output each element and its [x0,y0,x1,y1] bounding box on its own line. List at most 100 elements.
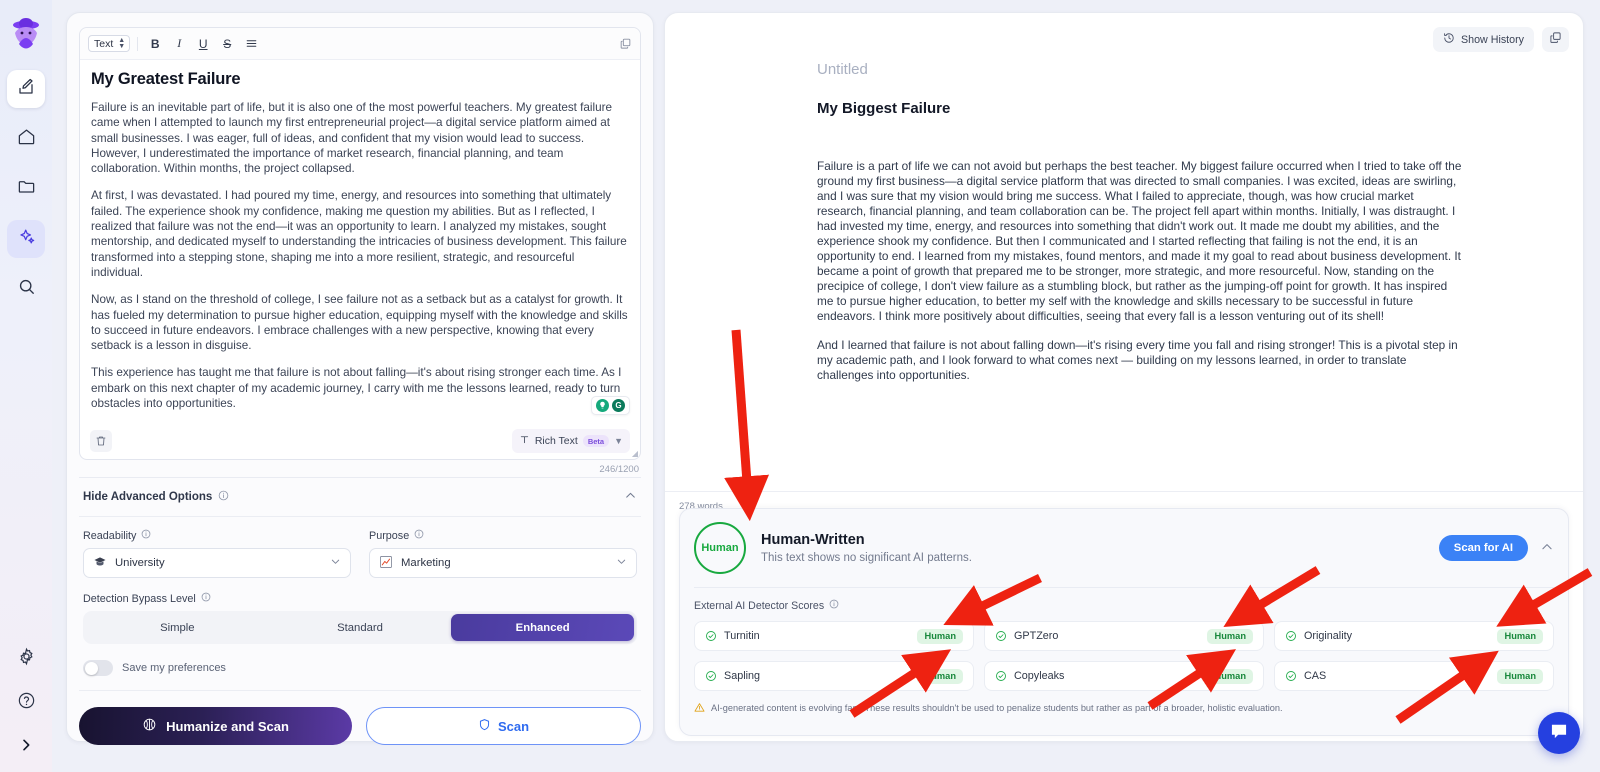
info-icon[interactable] [141,529,151,542]
bypass-option-standard[interactable]: Standard [269,614,452,641]
detector-card-cas[interactable]: CAS Human [1274,661,1554,691]
output-paragraph: Failure is a part of life we can not avo… [817,159,1462,323]
results-title: Human-Written [761,532,865,548]
external-scores-label-wrap: External AI Detector Scores [680,588,1568,612]
detector-card-turnitin[interactable]: Turnitin Human [694,621,974,651]
detector-verdict-badge: Human [1207,628,1253,644]
editor-content[interactable]: My Greatest Failure Failure is an inevit… [80,60,640,423]
lightbulb-icon[interactable] [596,399,609,413]
check-circle-icon [1285,670,1297,682]
detector-grid: Turnitin Human GPTZero Human Originality… [680,612,1568,691]
bullet-list-icon[interactable] [241,34,261,54]
save-preferences-label: Save my preferences [122,662,226,675]
humanize-button-label: Humanize and Scan [166,718,289,734]
check-circle-icon [705,670,717,682]
toggle-knob [84,661,98,675]
app-root: Text ▲ ▼ B I U S My Greatest Failure Fai… [0,0,1600,772]
save-preferences-toggle[interactable] [83,660,113,677]
purpose-select[interactable]: Marketing [369,548,637,579]
bold-button[interactable]: B [145,34,165,54]
text-editor[interactable]: Text ▲ ▼ B I U S My Greatest Failure Fai… [79,27,641,461]
rich-text-selector[interactable]: Rich Text Beta ▼ [511,429,630,454]
info-icon[interactable] [218,488,229,506]
detector-name: CAS [1304,670,1327,682]
detector-card-sapling[interactable]: Sapling Human [694,661,974,691]
detection-results-panel: Human Human-Written This text shows no s… [679,508,1569,736]
detector-card-originality[interactable]: Originality Human [1274,621,1554,651]
detector-verdict-badge: Human [917,628,963,644]
shield-icon [478,718,491,734]
detector-verdict-badge: Human [917,668,963,684]
beta-badge: Beta [582,435,610,448]
detector-card-copyleaks[interactable]: Copyleaks Human [984,661,1264,691]
output-actions: Show History [1433,27,1569,52]
graduation-cap-icon [93,555,107,572]
chart-line-icon [379,555,393,572]
text-format-icon [519,432,530,450]
sidebar-item-home[interactable] [7,120,45,158]
expand-panel-icon[interactable] [619,37,632,50]
folder-icon [17,177,36,201]
chevron-right-icon [18,737,34,758]
pencil-square-icon [17,78,35,101]
sidebar-item-editor[interactable] [7,70,45,108]
detector-name: Sapling [724,670,761,682]
sidebar-item-help[interactable] [7,684,45,722]
scan-button[interactable]: Scan [366,707,641,746]
grammarly-widget[interactable]: G [591,396,630,416]
chevron-up-icon[interactable] [624,489,637,505]
readability-select[interactable]: University [83,548,351,579]
human-score-badge: Human [694,522,746,574]
sparkles-icon [17,227,36,251]
purpose-value: Marketing [401,557,451,570]
bypass-label-wrap: Detection Bypass Level [83,592,637,605]
bypass-option-enhanced[interactable]: Enhanced [451,614,635,642]
copy-output-button[interactable] [1542,27,1569,52]
disclaimer-text: AI-generated content is evolving fast. T… [711,703,1283,713]
grammarly-g-icon[interactable]: G [612,399,625,413]
chat-widget-button[interactable] [1538,712,1580,754]
trash-icon[interactable] [90,430,112,453]
gear-icon [17,647,36,671]
output-content[interactable]: Untitled My Biggest Failure Failure is a… [665,13,1583,383]
check-circle-icon [995,630,1007,642]
bypass-option-simple[interactable]: Simple [86,614,269,641]
action-buttons-row: Humanize and Scan Scan [79,691,641,746]
info-icon[interactable] [829,599,839,612]
sidebar-item-ai-humanizer[interactable] [7,220,45,258]
advanced-options-toggle[interactable]: Hide Advanced Options [79,478,641,516]
chevron-down-icon: ▼ [614,436,623,447]
info-icon[interactable] [201,592,211,605]
rich-text-label: Rich Text [534,435,578,448]
editor-paragraph: Failure is an inevitable part of life, b… [91,101,613,176]
strikethrough-button[interactable]: S [217,34,237,54]
sidebar-item-settings[interactable] [7,640,45,678]
detector-verdict-badge: Human [1497,628,1543,644]
readability-field: Readability University [83,529,351,579]
chevron-up-icon[interactable] [1540,540,1554,557]
check-circle-icon [995,670,1007,682]
output-untitled-label: Untitled [817,61,868,78]
show-history-button[interactable]: Show History [1433,27,1534,52]
copy-icon [1549,31,1562,49]
editor-footer: Rich Text Beta ▼ ◢ [80,423,640,459]
italic-button[interactable]: I [169,34,189,54]
sidebar-item-search[interactable] [7,270,45,308]
detective-avatar-logo[interactable] [6,12,46,54]
detector-name: Originality [1304,630,1353,642]
info-icon[interactable] [414,529,424,542]
detector-card-gptzero[interactable]: GPTZero Human [984,621,1264,651]
humanize-and-scan-button[interactable]: Humanize and Scan [79,707,352,746]
search-icon [17,277,36,301]
advanced-options-panel: Hide Advanced Options Readability Univer… [79,477,641,746]
purpose-field: Purpose Marketing [369,529,637,579]
sidebar-item-expand[interactable] [7,728,45,766]
show-history-label: Show History [1461,33,1524,46]
text-style-select[interactable]: Text ▲ ▼ [88,35,131,52]
underline-button[interactable]: U [193,34,213,54]
scan-for-ai-button[interactable]: Scan for AI [1438,535,1528,561]
sidebar-item-files[interactable] [7,170,45,208]
updown-arrows-icon: ▲ ▼ [118,36,126,50]
question-circle-icon [17,691,36,715]
resize-grip-icon[interactable]: ◢ [632,449,638,458]
